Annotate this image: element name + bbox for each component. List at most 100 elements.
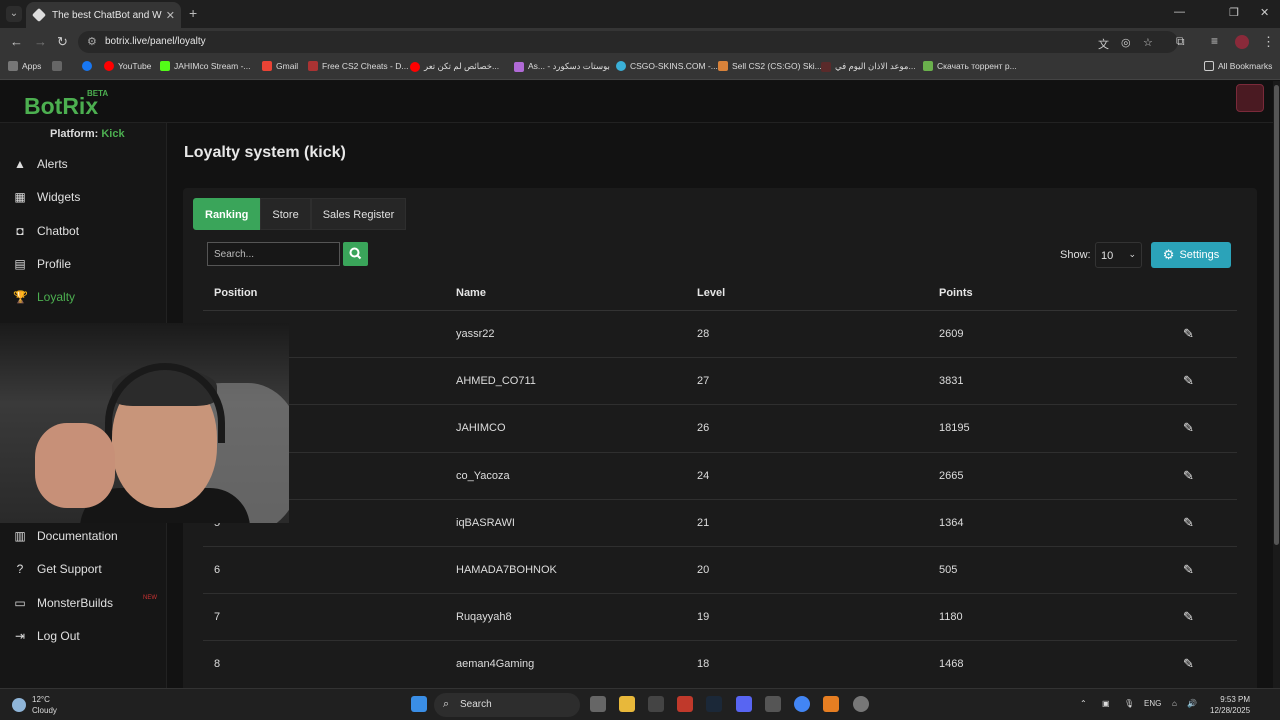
extensions-icon[interactable]: ⧉ — [1176, 34, 1185, 49]
edit-pencil-icon[interactable]: ✎ — [1183, 562, 1194, 578]
main-content: Loyalty system (kick) Ranking Store Sale… — [167, 123, 1273, 698]
microphone-icon[interactable]: 🎙 — [1124, 699, 1134, 708]
bookmark-gmail[interactable]: Gmail — [262, 61, 298, 71]
discord-icon[interactable] — [736, 696, 752, 712]
network-icon[interactable]: ⌂ — [1172, 699, 1177, 708]
app-red-icon[interactable] — [677, 696, 693, 712]
tab-store[interactable]: Store — [260, 198, 311, 230]
bookmark-youtube[interactable]: YouTube — [104, 61, 151, 71]
back-icon[interactable]: ← — [10, 34, 23, 49]
steam-icon[interactable] — [706, 696, 722, 712]
cell-points: 1468 — [939, 658, 964, 671]
translate-icon[interactable]: 文 — [1098, 36, 1109, 52]
app-g-icon[interactable] — [648, 696, 664, 712]
bookmark-torrent[interactable]: Скачать торрент р... — [923, 61, 1017, 71]
column-name[interactable]: Name — [456, 287, 486, 299]
app-orange-icon[interactable] — [823, 696, 839, 712]
search-input[interactable] — [207, 242, 340, 266]
bookmark-kick[interactable]: JAHIMco Stream -... — [160, 61, 251, 71]
settings-button[interactable]: ⚙ Settings — [1151, 242, 1231, 268]
taskbar-search[interactable]: ⌕ Search — [434, 693, 580, 717]
sidebar-item-profile[interactable]: ▤ Profile — [13, 257, 71, 271]
tab-sales-register[interactable]: Sales Register — [310, 198, 407, 230]
site-info-icon[interactable]: ⚙ — [87, 35, 97, 48]
cell-points: 1364 — [939, 516, 964, 529]
cell-position: 7 — [214, 611, 221, 624]
facebook-icon — [82, 61, 92, 71]
edit-pencil-icon[interactable]: ✎ — [1183, 468, 1194, 484]
tab-search-button[interactable]: ⌄ — [6, 6, 22, 22]
bookmark-cs2-cheats[interactable]: Free CS2 Cheats - D... — [308, 61, 408, 71]
tab-ranking[interactable]: Ranking — [193, 198, 261, 230]
cell-points: 1180 — [939, 611, 963, 624]
sidebar-item-loyalty[interactable]: 🏆 Loyalty — [13, 290, 75, 304]
logout-icon: ⇥ — [14, 629, 26, 643]
close-window-icon[interactable]: ✕ — [1260, 6, 1269, 19]
eye-off-icon[interactable]: ◎ — [1121, 36, 1131, 49]
user-avatar[interactable] — [1236, 84, 1264, 112]
system-clock[interactable]: 9:53 PM 12/28/2025 — [1210, 694, 1250, 716]
task-view-icon[interactable] — [590, 696, 606, 712]
volume-icon[interactable]: 🔊 — [1187, 699, 1197, 708]
sidebar-item-documentation[interactable]: ▥ Documentation — [13, 529, 117, 543]
sidebar-item-alerts[interactable]: ▲ Alerts — [13, 157, 68, 171]
edit-pencil-icon[interactable]: ✎ — [1183, 326, 1194, 342]
edit-pencil-icon[interactable]: ✎ — [1183, 515, 1194, 531]
bookmark-discord-posts[interactable]: As... - بوستات دسكورد — [514, 61, 610, 72]
search-button[interactable] — [343, 242, 368, 266]
edit-pencil-icon[interactable]: ✎ — [1183, 609, 1194, 625]
cheats-icon — [308, 61, 318, 71]
restore-icon[interactable]: ❐ — [1229, 6, 1239, 19]
windows-start-icon[interactable] — [411, 696, 427, 712]
profile-avatar-icon[interactable] — [1235, 35, 1249, 49]
tray-app-icon[interactable]: ▣ — [1102, 699, 1110, 708]
bookmark-youtube-ar[interactable]: خصائص لم تكن تعر... — [410, 61, 499, 72]
forward-icon[interactable]: → — [34, 34, 47, 49]
page-scrollbar[interactable] — [1273, 81, 1280, 688]
cell-name: AHMED_CO711 — [456, 375, 536, 388]
edit-pencil-icon[interactable]: ✎ — [1183, 373, 1194, 389]
page-size-select[interactable]: 10 ⌄ — [1095, 242, 1142, 268]
edit-pencil-icon[interactable]: ✎ — [1183, 420, 1194, 436]
browser-tab[interactable]: The best ChatBot and Widgets f ✕ — [26, 2, 181, 28]
bookmark-csgo-skins[interactable]: CSGO-SKINS.COM -... — [616, 61, 718, 71]
column-points[interactable]: Points — [939, 287, 973, 299]
bookmark-all[interactable]: All Bookmarks — [1204, 61, 1272, 71]
bookmark-facebook[interactable] — [82, 61, 92, 71]
star-icon[interactable]: ☆ — [1143, 36, 1153, 49]
bookmark-apps[interactable]: Apps — [8, 61, 41, 71]
browser-tab-bar: ⌄ The best ChatBot and Widgets f ✕ + — ❐… — [0, 0, 1280, 28]
address-bar[interactable]: ⚙ botrix.live/panel/loyalty 文 ◎ ☆ — [78, 31, 1178, 53]
bookmark-prayer-times[interactable]: موعد الاذان اليوم في... — [821, 61, 916, 72]
column-level[interactable]: Level — [697, 287, 725, 299]
media-icon[interactable]: ≡ — [1211, 34, 1218, 48]
language-indicator[interactable]: ENG — [1144, 699, 1161, 708]
table-row: 2 AHMED_CO711 27 3831 ✎ — [203, 358, 1237, 406]
minimize-icon[interactable]: — — [1174, 6, 1185, 18]
edit-pencil-icon[interactable]: ✎ — [1183, 656, 1194, 672]
new-tab-icon[interactable]: + — [189, 5, 197, 21]
chrome-icon[interactable] — [794, 696, 810, 712]
chevron-up-icon[interactable]: ⌃ — [1080, 699, 1087, 708]
sidebar-item-widgets[interactable]: ▦ Widgets — [13, 190, 80, 204]
sidebar-item-monsterbuilds[interactable]: ▭ MonsterBuilds — [13, 596, 113, 610]
file-explorer-icon[interactable] — [619, 696, 635, 712]
scrollbar-thumb[interactable] — [1274, 85, 1279, 545]
menu-icon[interactable]: ⋮ — [1262, 34, 1275, 50]
cell-points: 3831 — [939, 375, 964, 388]
sidebar-item-chatbot[interactable]: ◘ Chatbot — [13, 224, 79, 238]
column-position[interactable]: Position — [214, 287, 257, 299]
obs-icon[interactable] — [853, 696, 869, 712]
bookmark-sell-cs2[interactable]: Sell CS2 (CS:GO) Ski... — [718, 61, 822, 71]
bookmark-grid[interactable] — [52, 61, 62, 71]
sidebar-item-get-support[interactable]: ? Get Support — [13, 562, 102, 576]
weather-widget[interactable]: 12°C Cloudy — [12, 694, 57, 716]
app-circle-icon[interactable] — [765, 696, 781, 712]
address-row: ← → ↻ ⚙ botrix.live/panel/loyalty 文 ◎ ☆ … — [0, 28, 1280, 56]
reload-icon[interactable]: ↻ — [57, 34, 68, 50]
grid-icon — [52, 61, 62, 71]
sidebar-item-logout[interactable]: ⇥ Log Out — [13, 629, 80, 643]
alert-icon: ▲ — [14, 157, 26, 171]
webcam-hand — [35, 423, 115, 508]
close-tab-icon[interactable]: ✕ — [166, 9, 175, 22]
